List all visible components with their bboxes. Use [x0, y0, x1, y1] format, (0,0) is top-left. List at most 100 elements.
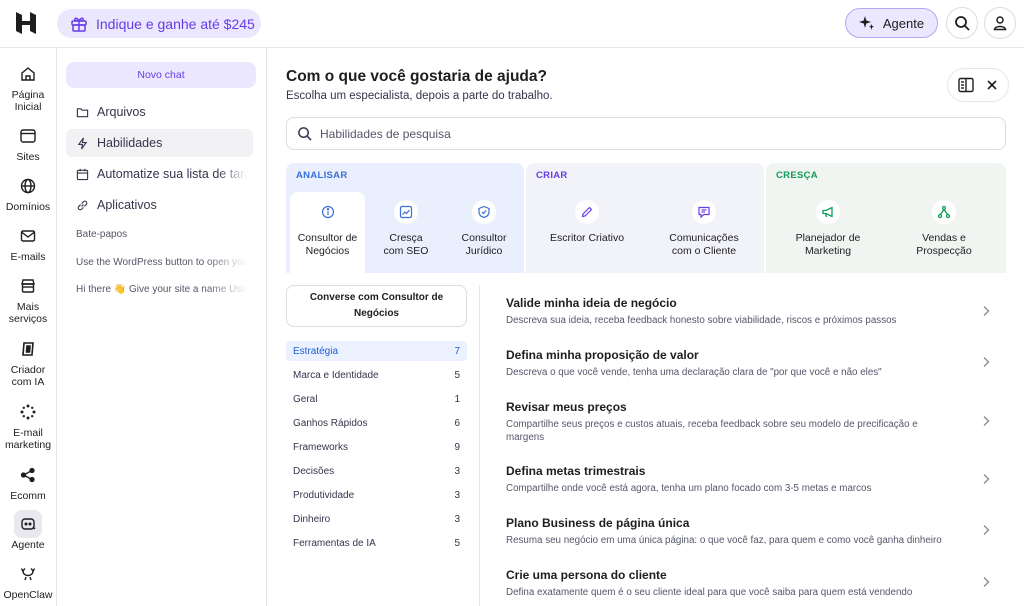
- menu-item-automate[interactable]: Automatize sua lista de tarefas: [66, 160, 253, 188]
- rail-item-email-marketing[interactable]: E-mail marketing: [0, 398, 56, 451]
- skill-title: Defina metas trimestrais: [506, 464, 646, 478]
- skill-title: Valide minha ideia de negócio: [506, 296, 677, 310]
- rail-label: OpenClaw: [3, 589, 53, 601]
- category-count: 9: [454, 441, 460, 453]
- group-title: CRIAR: [536, 170, 568, 181]
- tile-customer-comms[interactable]: Comunicações com o Cliente: [652, 192, 756, 273]
- chat-with-consultant-button[interactable]: Converse com Consultor de Negócios: [286, 285, 467, 327]
- rail-item-ecomm[interactable]: Ecomm: [0, 461, 56, 502]
- panel-actions: [947, 68, 1009, 102]
- category-count: 1: [454, 393, 460, 405]
- claw-icon: [14, 560, 42, 588]
- category-item[interactable]: Ganhos Rápidos 6: [286, 413, 467, 433]
- chevron-right-icon[interactable]: [980, 304, 992, 318]
- skill-title: Crie uma persona do cliente: [506, 568, 667, 582]
- group-criar: CRIAR Escritor Criativo Comunicações com…: [526, 163, 764, 273]
- skill-item[interactable]: Defina minha proposição de valor Descrev…: [506, 348, 996, 379]
- category-item[interactable]: Produtividade 3: [286, 485, 467, 505]
- megaphone-icon: [816, 200, 840, 224]
- gift-icon: [70, 15, 88, 33]
- skill-item[interactable]: Valide minha ideia de negócio Descreva s…: [506, 296, 996, 327]
- tile-creative-writer[interactable]: Escritor Criativo: [536, 192, 638, 273]
- chevron-right-icon[interactable]: [980, 523, 992, 537]
- account-button[interactable]: [984, 7, 1016, 39]
- search-placeholder: Habilidades de pesquisa: [320, 126, 451, 141]
- tile-label: Consultor de Negócios: [297, 232, 358, 257]
- rail-item-domains[interactable]: Domínios: [0, 172, 56, 213]
- hostinger-logo[interactable]: [14, 11, 38, 35]
- rail-item-ai-builder[interactable]: Criador com IA: [0, 335, 56, 388]
- share-icon: [14, 461, 42, 489]
- skills-search-input[interactable]: Habilidades de pesquisa: [286, 117, 1006, 150]
- rail-item-home[interactable]: Página Inicial: [0, 60, 56, 113]
- category-item[interactable]: Decisões 3: [286, 461, 467, 481]
- rail-item-openclaw[interactable]: OpenClaw: [0, 560, 56, 601]
- sidebar-toggle-icon[interactable]: [957, 76, 975, 94]
- tile-business-consultant[interactable]: Consultor de Negócios: [290, 192, 365, 273]
- tile-label: Vendas e Prospecção: [916, 232, 972, 257]
- referral-promo-button[interactable]: Indique e ganhe até $245: [57, 9, 261, 38]
- chat-history-item[interactable]: Use the WordPress button to open your si…: [76, 257, 248, 268]
- category-label: Dinheiro: [293, 513, 331, 525]
- chevron-right-icon[interactable]: [980, 472, 992, 486]
- search-button[interactable]: [946, 7, 978, 39]
- skill-item[interactable]: Revisar meus preços Compartilhe seus pre…: [506, 400, 996, 444]
- skill-item[interactable]: Crie uma persona do cliente Defina exata…: [506, 568, 996, 599]
- rail-item-emails[interactable]: E-mails: [0, 222, 56, 263]
- category-item[interactable]: Marca e Identidade 5: [286, 365, 467, 385]
- sparkle-burst-icon: [14, 398, 42, 426]
- menu-item-label: Arquivos: [97, 105, 146, 119]
- chat-icon: [692, 200, 716, 224]
- tile-marketing-planner[interactable]: Planejador de Marketing: [776, 192, 880, 273]
- rail-item-sites[interactable]: Sites: [0, 122, 56, 163]
- new-chat-button[interactable]: Novo chat: [66, 62, 256, 88]
- menu-item-skills[interactable]: Habilidades: [66, 129, 253, 157]
- globe-icon: [14, 172, 42, 200]
- category-label: Frameworks: [293, 441, 349, 453]
- bolt-icon: [76, 137, 89, 150]
- agent-button[interactable]: Agente: [845, 8, 938, 38]
- chevron-right-icon[interactable]: [980, 575, 992, 589]
- rail-label: Agente: [11, 539, 45, 551]
- left-rail: Página Inicial Sites Domínios E-mails Ma…: [0, 48, 57, 606]
- category-label: Marca e Identidade: [293, 369, 379, 381]
- category-count: 3: [454, 513, 460, 525]
- rail-label: Sites: [16, 151, 40, 163]
- menu-item-apps[interactable]: Aplicativos: [66, 191, 253, 219]
- category-label: Decisões: [293, 465, 335, 477]
- category-item[interactable]: Estratégia 7: [286, 341, 467, 361]
- category-label: Produtividade: [293, 489, 355, 501]
- category-item[interactable]: Ferramentas de IA 5: [286, 533, 467, 553]
- tile-seo[interactable]: Cresça com SEO: [368, 192, 444, 273]
- skill-description: Descreva o que você vende, tenha uma dec…: [506, 367, 882, 378]
- category-count: 6: [454, 417, 460, 429]
- mail-icon: [14, 222, 42, 250]
- rail-label: Mais serviços: [8, 301, 48, 325]
- rail-item-agent[interactable]: Agente: [0, 510, 56, 551]
- shield-icon: [472, 200, 496, 224]
- skill-item[interactable]: Defina metas trimestrais Compartilhe ond…: [506, 464, 996, 495]
- category-count: 7: [454, 345, 460, 357]
- category-item[interactable]: Geral 1: [286, 389, 467, 409]
- user-icon: [992, 15, 1008, 31]
- page-title: Com o que você gostaria de ajuda?: [286, 68, 547, 85]
- skill-description: Descreva sua ideia, receba feedback hone…: [506, 315, 897, 326]
- close-icon[interactable]: [985, 78, 999, 92]
- chat-history-item[interactable]: Hi there 👋 Give your site a name Using: [76, 284, 248, 295]
- category-item[interactable]: Frameworks 9: [286, 437, 467, 457]
- tile-legal-consultant[interactable]: Consultor Jurídico: [446, 192, 522, 273]
- rail-item-more-services[interactable]: Mais serviços: [0, 272, 56, 325]
- skill-item[interactable]: Plano Business de página única Resuma se…: [506, 516, 996, 547]
- category-item[interactable]: Dinheiro 3: [286, 509, 467, 529]
- rail-label: E-mails: [10, 251, 46, 263]
- tile-sales-prospecting[interactable]: Vendas e Prospecção: [892, 192, 996, 273]
- column-divider: [479, 285, 480, 606]
- chevron-right-icon[interactable]: [980, 355, 992, 369]
- category-label: Ganhos Rápidos: [293, 417, 368, 429]
- agent-button-label: Agente: [882, 15, 925, 31]
- category-count: 3: [454, 489, 460, 501]
- rail-label: E-mail marketing: [4, 427, 52, 451]
- top-bar: Indique e ganhe até $245 Agente: [0, 0, 1024, 48]
- menu-item-files[interactable]: Arquivos: [66, 98, 253, 126]
- chevron-right-icon[interactable]: [980, 414, 992, 428]
